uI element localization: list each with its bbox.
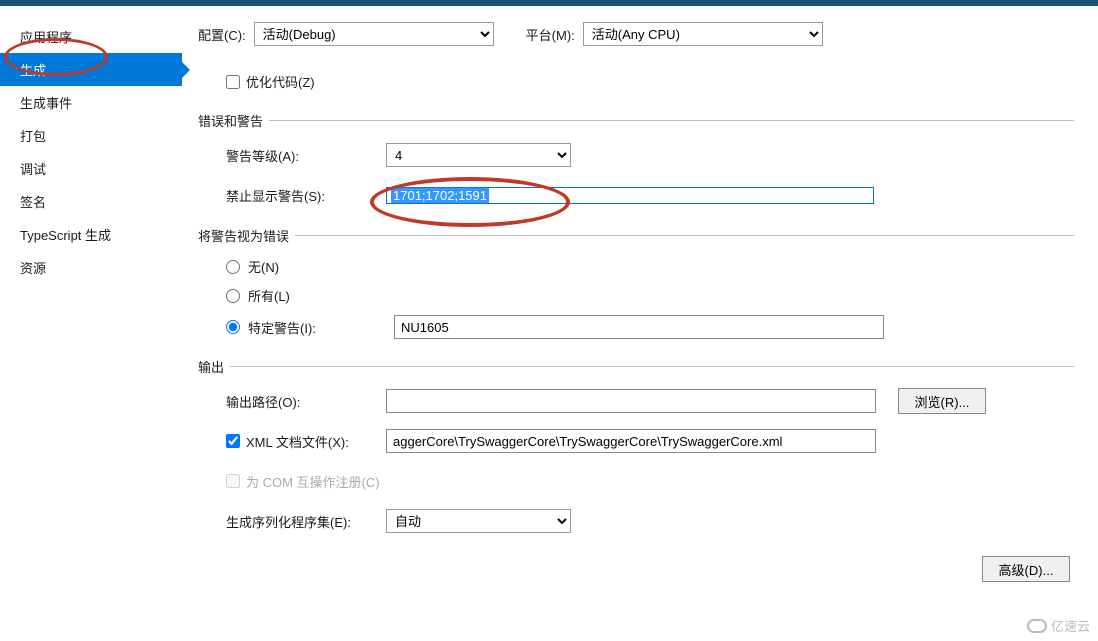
sidebar-item-signing[interactable]: 签名 (0, 185, 182, 218)
watermark: 亿速云 (1027, 616, 1090, 635)
sidebar-item-build-events[interactable]: 生成事件 (0, 86, 182, 119)
com-register-label: 为 COM 互操作注册(C) (246, 472, 380, 491)
com-register-checkbox (226, 474, 240, 488)
suppress-warnings-input[interactable]: 1701;1702;1591 (386, 187, 874, 204)
sidebar-item-application[interactable]: 应用程序 (0, 20, 182, 53)
treat-as-errors-title: 将警告视为错误 (198, 226, 289, 245)
treat-specific-input[interactable] (394, 315, 884, 339)
watermark-text: 亿速云 (1051, 616, 1090, 635)
output-title: 输出 (198, 357, 224, 376)
xml-doc-checkbox[interactable] (226, 434, 240, 448)
suppress-warnings-label: 禁止显示警告(S): (226, 186, 386, 205)
warning-level-label: 警告等级(A): (226, 146, 386, 165)
divider (295, 235, 1074, 236)
sidebar-item-package[interactable]: 打包 (0, 119, 182, 152)
treat-all-radio[interactable] (226, 289, 240, 303)
output-path-label: 输出路径(O): (226, 392, 386, 411)
main-panel: 配置(C): 活动(Debug) 平台(M): 活动(Any CPU) 优化代码… (182, 6, 1098, 641)
cloud-icon (1027, 619, 1047, 633)
output-path-input[interactable] (386, 389, 876, 413)
sidebar-item-typescript[interactable]: TypeScript 生成 (0, 218, 182, 251)
treat-specific-radio[interactable] (226, 320, 240, 334)
xml-doc-label: XML 文档文件(X): (246, 432, 349, 451)
treat-none-label: 无(N) (248, 257, 279, 276)
sidebar-item-build[interactable]: 生成 (0, 53, 182, 86)
suppress-warnings-value: 1701;1702;1591 (391, 188, 489, 203)
configuration-label: 配置(C): (198, 25, 246, 44)
platform-label: 平台(M): (526, 25, 575, 44)
sidebar-nav: 应用程序 生成 生成事件 打包 调试 签名 TypeScript 生成 资源 (0, 6, 182, 641)
serialization-label: 生成序列化程序集(E): (226, 512, 386, 531)
warning-level-select[interactable]: 4 (386, 143, 571, 167)
configuration-select[interactable]: 活动(Debug) (254, 22, 494, 46)
divider (230, 366, 1074, 367)
sidebar-item-debug[interactable]: 调试 (0, 152, 182, 185)
treat-specific-label: 特定警告(I): (248, 318, 386, 337)
serialization-select[interactable]: 自动 (386, 509, 571, 533)
treat-all-label: 所有(L) (248, 286, 290, 305)
browse-button[interactable]: 浏览(R)... (898, 388, 986, 414)
sidebar-item-resources[interactable]: 资源 (0, 251, 182, 284)
optimize-code-checkbox[interactable] (226, 75, 240, 89)
optimize-code-label: 优化代码(Z) (246, 72, 315, 91)
platform-select[interactable]: 活动(Any CPU) (583, 22, 823, 46)
xml-doc-input[interactable] (386, 429, 876, 453)
errors-warnings-title: 错误和警告 (198, 111, 263, 130)
advanced-button[interactable]: 高级(D)... (982, 556, 1070, 582)
treat-none-radio[interactable] (226, 260, 240, 274)
divider (269, 120, 1074, 121)
